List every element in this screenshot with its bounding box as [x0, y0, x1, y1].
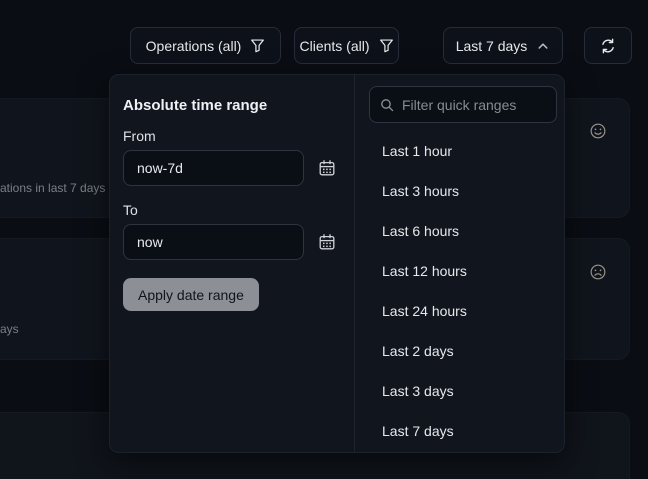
from-calendar-button[interactable] [316, 157, 338, 179]
absolute-time-range-heading: Absolute time range [123, 97, 267, 114]
quick-range-item[interactable]: Last 3 days [355, 371, 565, 411]
sad-face-icon [589, 263, 607, 281]
time-range-button[interactable]: Last 7 days [443, 27, 563, 64]
time-range-label: Last 7 days [456, 38, 528, 54]
apply-date-range-button[interactable]: Apply date range [123, 278, 259, 311]
quick-range-filter-input[interactable] [402, 97, 546, 113]
time-picker-dropdown: Absolute time range From To [109, 74, 565, 453]
operations-filter-button[interactable]: Operations (all) [130, 27, 281, 64]
stats-card-caption-fragment: ations in last 7 days [0, 181, 105, 195]
clients-filter-button[interactable]: Clients (all) [294, 27, 399, 64]
quick-range-item[interactable]: Last 3 hours [355, 171, 565, 211]
quick-range-item[interactable]: Last 7 days [355, 411, 565, 451]
funnel-icon [379, 38, 394, 53]
quick-range-list: Last 1 hour Last 3 hours Last 6 hours La… [355, 131, 565, 451]
quick-range-search[interactable] [369, 86, 557, 123]
quick-range-item[interactable]: Last 2 days [355, 331, 565, 371]
operations-filter-label: Operations (all) [146, 38, 242, 54]
chevron-up-icon [536, 39, 550, 53]
search-icon [380, 98, 394, 112]
funnel-icon [250, 38, 265, 53]
quick-range-item[interactable]: Last 24 hours [355, 291, 565, 331]
from-input[interactable] [123, 150, 304, 186]
to-label: To [123, 202, 138, 218]
quick-range-item[interactable]: Last 6 hours [355, 211, 565, 251]
clients-filter-label: Clients (all) [299, 38, 369, 54]
quick-range-item[interactable]: Last 12 hours [355, 251, 565, 291]
calendar-icon [318, 159, 336, 177]
refresh-button[interactable] [584, 27, 632, 64]
from-label: From [123, 128, 156, 144]
stats-card-caption-fragment: ays [0, 322, 19, 336]
refresh-icon [600, 38, 616, 54]
quick-range-item[interactable]: Last 1 hour [355, 131, 565, 171]
smiley-face-icon [589, 122, 607, 140]
to-input[interactable] [123, 224, 304, 260]
calendar-icon [318, 233, 336, 251]
to-calendar-button[interactable] [316, 231, 338, 253]
